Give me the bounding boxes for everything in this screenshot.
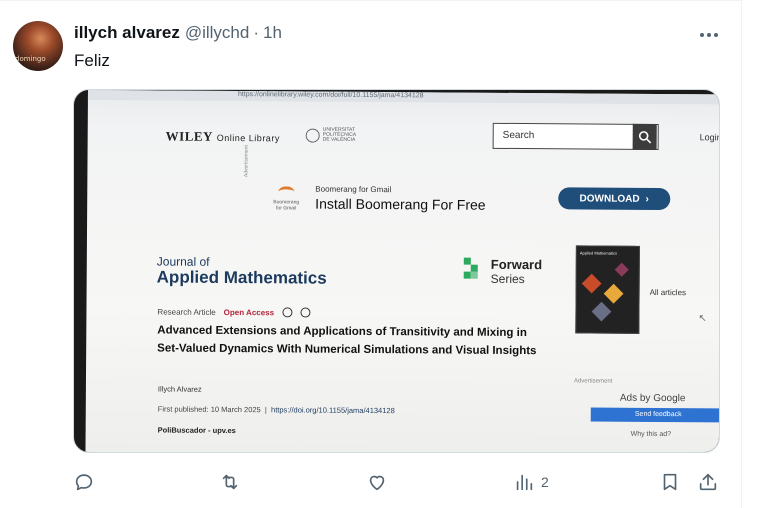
first-published: First published: 10 March 2025 [157,404,261,415]
forward-label: Forward [490,256,543,273]
heart-icon [369,475,385,491]
tweet-header: illych alvarez @illychd · 1h [74,23,282,43]
author-handle[interactable]: @illychd [185,23,250,43]
why-this-ad: Why this ad? [630,430,672,439]
download-ad-button: DOWNLOAD › [558,187,671,211]
browser-url: https://onlinelibrary.wiley.com/doi/full… [237,91,424,100]
article-published: First published: 10 March 2025 | https:/… [157,404,395,416]
photographed-screen: https://onlinelibrary.wiley.com/doi/full… [85,90,720,452]
journal-title: Applied Mathematics [156,267,327,288]
cover-header: Applied Mathematics [579,250,618,256]
download-label: DOWNLOAD [579,192,640,205]
views-button[interactable]: 2 [513,467,549,497]
wiley-online-library: Online Library [216,132,280,144]
more-icon[interactable] [699,25,719,45]
like-button[interactable] [366,467,388,497]
bookmark-icon [663,473,677,491]
retweet-icon [222,474,238,490]
article-type: Research Article [157,306,216,317]
boomerang-ad-small: Boomerang for Gmail [315,184,392,195]
article-author: Illych Alvarez [157,384,202,394]
wiley-logo: WILEY Online Library [166,129,280,146]
tweet-card[interactable]: domingo illych alvarez @illychd · 1h Fel… [0,0,742,508]
tweet-photo[interactable]: https://onlinelibrary.wiley.com/doi/full… [73,89,720,453]
bookmark-button[interactable] [659,467,681,497]
advertisement-right-label: Advertisement [573,378,613,385]
mouse-cursor-icon: ↖ [698,313,707,325]
separator-dot: · [253,23,260,42]
boomerang-logo-text: Boomerang for Gmail [273,199,300,212]
advertisement-vertical-label: Advertisement [243,145,250,178]
open-access-badge: Open Access [223,307,275,317]
journal-cover: Applied Mathematics [575,245,640,334]
search-icon [632,123,657,150]
cc-by-icon [300,307,311,318]
views-count: 2 [541,474,549,490]
avatar-caption: domingo [15,55,46,63]
site-search-label: Search [502,129,535,142]
browser-address-bar: https://onlinelibrary.wiley.com/doi/full… [87,90,719,105]
ads-by-google: Ads by Google [619,392,686,405]
reply-icon [75,474,93,491]
send-feedback-button: Send feedback [590,407,719,423]
upv-line-3: DE VALÈNCIA [322,136,356,143]
share-icon [699,473,717,491]
polibuscador-link: PoliBuscador - upv.es [157,425,236,436]
site-login: Login [699,132,720,143]
wiley-brand: WILEY [165,128,214,144]
cc-license-icon [282,307,293,318]
tweet-time[interactable]: 1h [263,23,282,43]
article-title: Advanced Extensions and Applications of … [157,324,537,358]
article-doi: https://doi.org/10.1155/jama/4134128 [271,405,395,416]
retweet-button[interactable] [219,467,241,497]
upv-logo: UNIVERSITAT POLITÈCNICA DE VALÈNCIA [305,127,356,143]
series-label: Series [490,271,525,287]
reply-button[interactable] [73,467,95,497]
tweet-text: Feliz [74,51,110,70]
upv-seal-icon [305,128,320,143]
views-icon [516,474,533,491]
boomerang-logo: Boomerang for Gmail [271,186,301,211]
article-meta-row: Research Article Open Access [157,306,311,318]
tweet-actions: 2 [73,467,729,497]
share-button[interactable] [697,467,719,497]
all-articles-link: All articles [649,287,687,298]
chevron-right-icon: › [645,193,649,205]
forward-series-icon [463,257,482,285]
boomerang-ad-headline: Install Boomerang For Free [315,195,486,213]
avatar[interactable]: domingo [13,21,63,71]
author-name[interactable]: illych alvarez [74,23,180,43]
